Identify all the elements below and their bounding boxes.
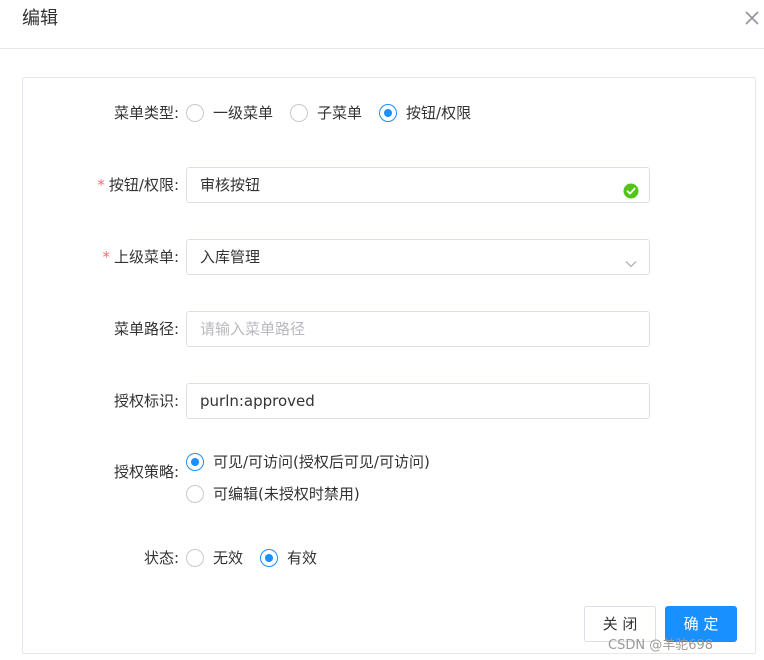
radio-menu-type-submenu[interactable]: 子菜单	[290, 103, 362, 123]
parent-menu-row: * 上级菜单: 入库管理	[23, 239, 755, 275]
radio-label: 有效	[287, 549, 318, 567]
radio-circle-icon	[186, 549, 204, 567]
radio-checked-icon	[260, 549, 279, 567]
menu-path-placeholder: 请输入菜单路径	[200, 320, 306, 338]
menu-type-label: 菜单类型:	[113, 104, 179, 122]
radio-label: 子菜单	[317, 104, 363, 122]
radio-circle-icon	[186, 485, 204, 503]
parent-menu-select[interactable]: 入库管理	[186, 239, 650, 275]
radio-menu-type-button[interactable]: 按钮/权限	[379, 103, 471, 123]
radio-label: 可见/可访问(授权后可见/可访问)	[213, 453, 430, 471]
menu-path-row: 菜单路径: 请输入菜单路径	[23, 311, 755, 347]
button-permission-row: * 按钮/权限: 审核按钮	[23, 167, 755, 203]
watermark: CSDN @羊驼698	[608, 638, 714, 653]
radio-label: 可编辑(未授权时禁用)	[213, 485, 360, 503]
status-row: 状态: 无效 有效	[23, 548, 755, 568]
radio-checked-icon	[186, 453, 204, 471]
menu-path-label: 菜单路径:	[113, 320, 179, 338]
radio-label: 按钮/权限	[406, 104, 472, 122]
check-circle-icon	[623, 177, 639, 199]
radio-status-valid[interactable]: 有效	[260, 548, 317, 568]
parent-menu-label: * 上级菜单:	[102, 247, 179, 267]
chevron-down-icon	[623, 250, 639, 268]
status-radio-group: 无效 有效	[186, 548, 334, 568]
edit-dialog: 编辑 菜单类型: 一级菜单 子菜单 按钮/权限 * 按钮/权限: 审核按钮 * …	[0, 0, 764, 660]
auth-identifier-value: purln:approved	[200, 392, 315, 410]
close-icon[interactable]	[742, 8, 762, 28]
radio-circle-icon	[186, 104, 204, 122]
dialog-header: 编辑	[0, 0, 764, 49]
button-permission-label: * 按钮/权限:	[97, 175, 179, 195]
form-panel: 菜单类型: 一级菜单 子菜单 按钮/权限 * 按钮/权限: 审核按钮 * 上级菜…	[22, 77, 756, 654]
menu-path-input[interactable]: 请输入菜单路径	[186, 311, 650, 347]
menu-type-row: 菜单类型: 一级菜单 子菜单 按钮/权限	[23, 103, 755, 123]
button-permission-value: 审核按钮	[200, 176, 261, 194]
radio-checked-icon	[379, 104, 398, 122]
dialog-title: 编辑	[22, 8, 58, 29]
radio-menu-type-top-level[interactable]: 一级菜单	[186, 103, 273, 123]
auth-identifier-input[interactable]: purln:approved	[186, 383, 650, 419]
required-asterisk: *	[97, 176, 105, 194]
button-permission-label-text: 按钮/权限:	[108, 176, 179, 194]
radio-label: 一级菜单	[213, 104, 274, 122]
auth-identifier-label: 授权标识:	[113, 392, 179, 410]
radio-policy-visible[interactable]: 可见/可访问(授权后可见/可访问)	[186, 452, 430, 472]
radio-policy-editable[interactable]: 可编辑(未授权时禁用)	[186, 484, 430, 504]
auth-policy-radio-group: 可见/可访问(授权后可见/可访问) 可编辑(未授权时禁用)	[186, 452, 430, 516]
auth-policy-label: 授权策略:	[113, 463, 179, 481]
radio-label: 无效	[213, 549, 244, 567]
auth-policy-row: 授权策略: 可见/可访问(授权后可见/可访问) 可编辑(未授权时禁用)	[23, 452, 755, 503]
status-label: 状态:	[143, 549, 179, 567]
radio-status-invalid[interactable]: 无效	[186, 548, 243, 568]
parent-menu-label-text: 上级菜单:	[113, 248, 179, 266]
parent-menu-value: 入库管理	[200, 248, 261, 266]
required-asterisk: *	[102, 248, 110, 266]
radio-circle-icon	[290, 104, 309, 122]
auth-identifier-row: 授权标识: purln:approved	[23, 383, 755, 419]
button-permission-input[interactable]: 审核按钮	[186, 167, 650, 203]
menu-type-radio-group: 一级菜单 子菜单 按钮/权限	[186, 103, 488, 123]
